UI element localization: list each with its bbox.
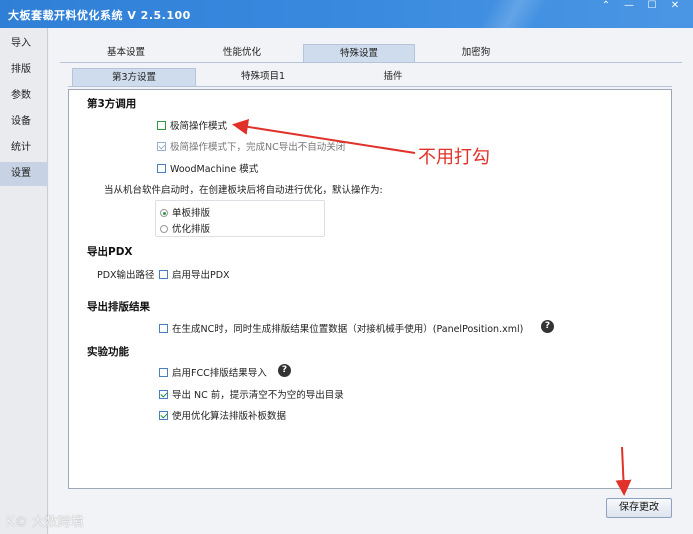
- annotation-arrow-save: [615, 446, 632, 496]
- annotation-arrow-checkbox: [232, 118, 416, 154]
- watermark: K© 大数跨境: [6, 515, 84, 530]
- annotation-overlay: [232, 118, 632, 496]
- annotation-text: 不用打勾: [418, 147, 490, 168]
